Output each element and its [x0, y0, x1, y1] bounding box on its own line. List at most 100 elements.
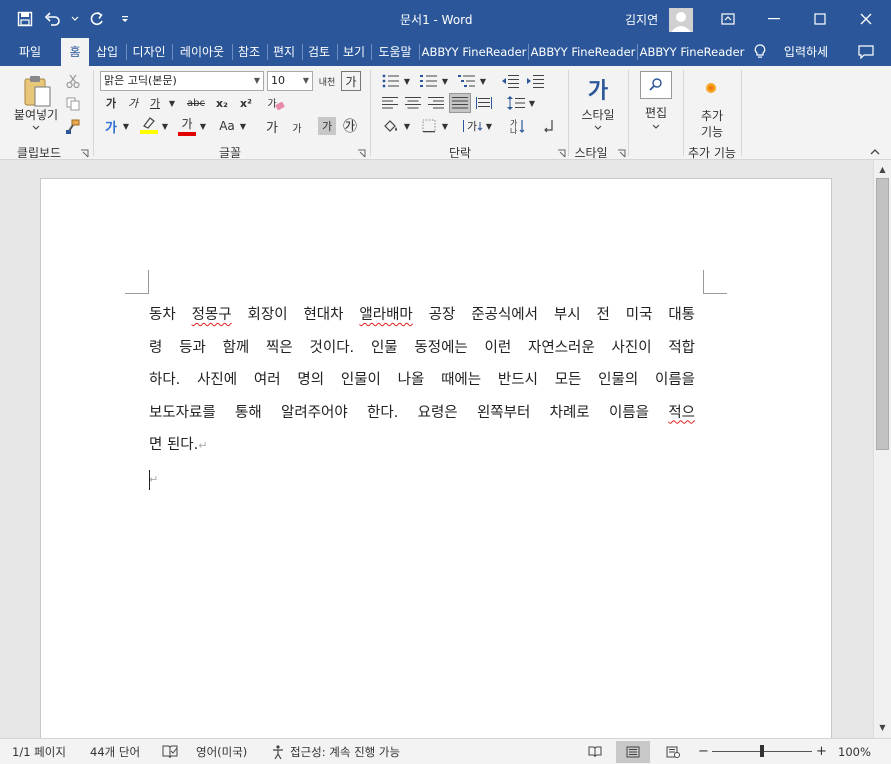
- lightbulb-icon[interactable]: [750, 38, 770, 66]
- paste-dropdown-icon[interactable]: [30, 122, 42, 132]
- spelling-error[interactable]: 앨라배마: [359, 307, 412, 323]
- font-color-icon[interactable]: 가: [176, 114, 198, 136]
- show-marks-icon[interactable]: [538, 116, 558, 136]
- document-page[interactable]: 동차 정몽구 회장이 현대차 앨라배마 공장 준공식에서 부시 전 미국 대통 …: [40, 178, 832, 738]
- clear-formatting-icon[interactable]: 가: [264, 92, 288, 112]
- text-effects-dropdown-icon[interactable]: ▼: [121, 116, 131, 136]
- tab-home[interactable]: 홈: [61, 38, 89, 66]
- tab-insert[interactable]: 삽입: [91, 38, 123, 66]
- comments-icon[interactable]: [854, 38, 878, 66]
- italic-icon[interactable]: 가: [124, 94, 142, 112]
- spelling-error[interactable]: 적으: [668, 405, 695, 421]
- numbering-icon[interactable]: [418, 72, 440, 90]
- web-layout-icon[interactable]: [656, 741, 690, 763]
- search-icon[interactable]: [640, 71, 672, 99]
- language-status[interactable]: 영어(미국): [196, 743, 247, 761]
- justify-icon[interactable]: [449, 93, 471, 113]
- superscript-icon[interactable]: x²: [236, 94, 256, 112]
- read-mode-icon[interactable]: [578, 741, 612, 763]
- redo-icon[interactable]: [86, 8, 108, 30]
- format-painter-icon[interactable]: [64, 118, 82, 136]
- sort-icon[interactable]: 가나: [508, 116, 528, 136]
- increase-indent-icon[interactable]: [525, 72, 547, 90]
- distributed-icon[interactable]: [474, 94, 494, 112]
- tab-abbyy-3[interactable]: ABBYY FineReader: [639, 38, 745, 66]
- zoom-level[interactable]: 100%: [838, 743, 871, 761]
- paragraph-shading-icon[interactable]: [380, 116, 402, 136]
- align-center-icon[interactable]: [403, 94, 423, 112]
- addins-button-line1[interactable]: 추가: [690, 107, 734, 123]
- tab-review[interactable]: 검토: [304, 38, 334, 66]
- cut-icon[interactable]: [64, 72, 82, 90]
- tab-abbyy-2[interactable]: ABBYY FineReader: [530, 38, 636, 66]
- qat-customize-icon[interactable]: [114, 8, 136, 30]
- change-case-dropdown-icon[interactable]: ▼: [238, 116, 248, 136]
- paste-button-label[interactable]: 붙여넣기: [6, 106, 66, 122]
- highlight-icon[interactable]: [138, 114, 160, 136]
- tab-help[interactable]: 도움말: [373, 38, 417, 66]
- editing-dropdown-icon[interactable]: [650, 121, 662, 131]
- decrease-indent-icon[interactable]: [500, 72, 522, 90]
- tab-file[interactable]: 파일: [10, 38, 50, 66]
- tab-design[interactable]: 디자인: [128, 38, 170, 66]
- zoom-out-button[interactable]: −: [698, 743, 709, 761]
- tab-layout[interactable]: 레이아웃: [174, 38, 230, 66]
- vertical-scrollbar[interactable]: ▲ ▼: [873, 160, 891, 738]
- tab-abbyy-1[interactable]: ABBYY FineReader: [421, 38, 527, 66]
- accessibility-status[interactable]: 접근성: 계속 진행 가능: [270, 743, 400, 761]
- styles-gallery-icon[interactable]: 가: [580, 72, 616, 106]
- text-effects-icon[interactable]: 가: [100, 116, 122, 136]
- underline-dropdown-icon[interactable]: ▼: [166, 94, 178, 112]
- paste-icon[interactable]: [12, 72, 62, 110]
- collapse-ribbon-icon[interactable]: [866, 146, 884, 158]
- zoom-slider-thumb[interactable]: [760, 745, 764, 757]
- proofing-icon[interactable]: [162, 743, 178, 761]
- align-left-icon[interactable]: [380, 94, 400, 112]
- spelling-error[interactable]: 정몽구: [192, 307, 232, 323]
- tell-me-search[interactable]: 입력하세: [778, 38, 834, 66]
- undo-icon[interactable]: [42, 8, 64, 30]
- shrink-font-icon[interactable]: 가: [288, 118, 306, 136]
- phonetic-guide-icon[interactable]: 내천: [318, 71, 336, 91]
- undo-dropdown-icon[interactable]: [70, 8, 80, 30]
- user-name[interactable]: 김지연: [625, 11, 658, 28]
- borders-dropdown-icon[interactable]: ▼: [440, 116, 450, 136]
- grow-font-icon[interactable]: 가: [262, 116, 282, 136]
- line-spacing-dropdown-icon[interactable]: ▼: [527, 94, 537, 112]
- underline-icon[interactable]: 가: [146, 94, 164, 112]
- styles-launcher-icon[interactable]: [617, 147, 626, 158]
- tab-references[interactable]: 참조: [234, 38, 264, 66]
- styles-button-label[interactable]: 스타일: [574, 106, 622, 122]
- highlight-dropdown-icon[interactable]: ▼: [160, 116, 170, 136]
- bullets-icon[interactable]: [380, 72, 402, 90]
- scroll-thumb[interactable]: [876, 178, 889, 450]
- char-shading-icon[interactable]: 가: [318, 117, 336, 135]
- change-case-icon[interactable]: Aa: [216, 116, 238, 136]
- paragraph-launcher-icon[interactable]: [557, 147, 566, 158]
- font-size-combo[interactable]: 10 ▼: [267, 71, 313, 91]
- copy-icon[interactable]: [64, 95, 82, 113]
- save-icon[interactable]: [14, 8, 36, 30]
- shading-dropdown-icon[interactable]: ▼: [402, 116, 412, 136]
- strikethrough-icon[interactable]: abc: [184, 94, 208, 112]
- tab-mailings[interactable]: 편지: [269, 38, 299, 66]
- multilevel-dropdown-icon[interactable]: ▼: [478, 72, 488, 90]
- char-border-icon[interactable]: 가: [341, 71, 361, 91]
- addins-icon[interactable]: [700, 78, 722, 98]
- maximize-icon[interactable]: [797, 0, 843, 38]
- document-body[interactable]: 동차 정몽구 회장이 현대차 앨라배마 공장 준공식에서 부시 전 미국 대통 …: [149, 299, 695, 496]
- print-layout-icon[interactable]: [616, 741, 650, 763]
- clipboard-launcher-icon[interactable]: [80, 147, 89, 158]
- bullets-dropdown-icon[interactable]: ▼: [402, 72, 412, 90]
- borders-icon[interactable]: [418, 116, 440, 136]
- addins-button-line2[interactable]: 기능: [690, 123, 734, 139]
- text-direction-dropdown-icon[interactable]: ▼: [484, 116, 494, 136]
- avatar[interactable]: [669, 8, 693, 32]
- zoom-in-button[interactable]: +: [816, 743, 827, 761]
- editing-button-label[interactable]: 편집: [634, 104, 678, 120]
- bold-icon[interactable]: 가: [102, 94, 120, 112]
- text-direction-icon[interactable]: 가: [462, 116, 484, 136]
- ribbon-display-icon[interactable]: [705, 0, 751, 38]
- minimize-icon[interactable]: [751, 0, 797, 38]
- line-spacing-icon[interactable]: [505, 94, 527, 112]
